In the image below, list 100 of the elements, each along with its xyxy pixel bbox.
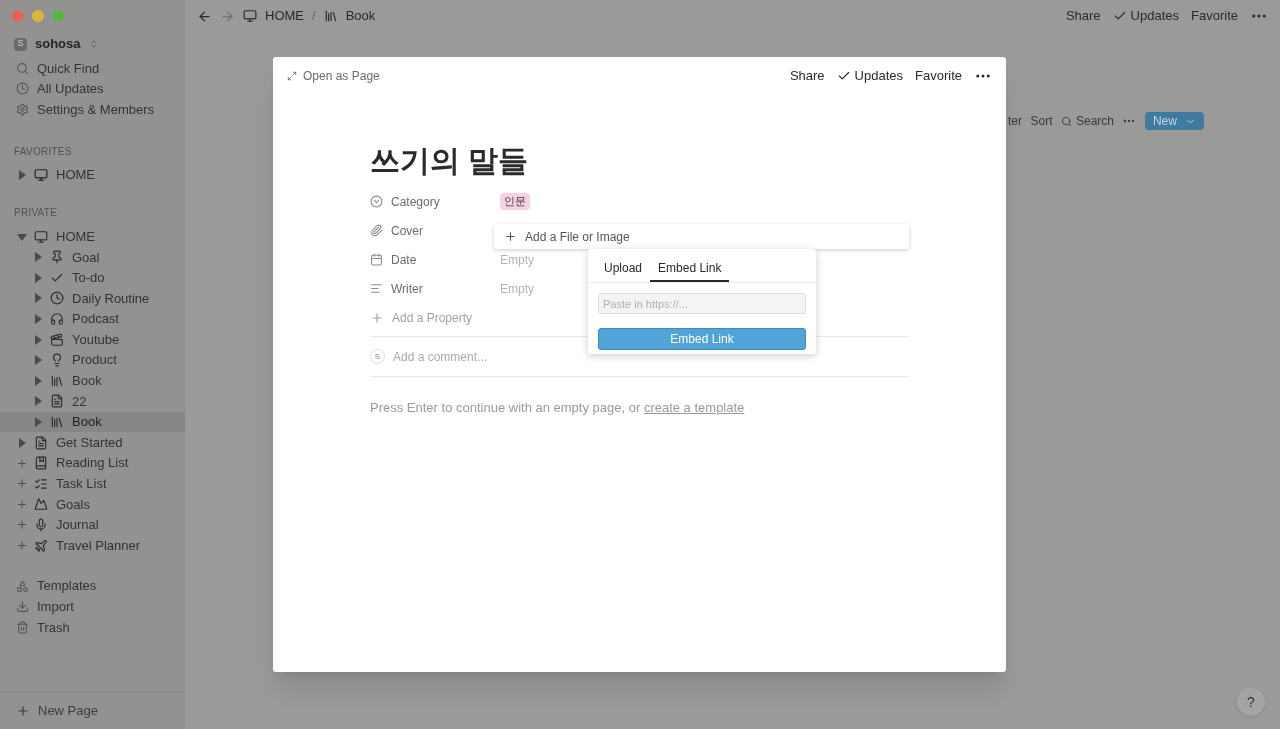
nav-label: Import xyxy=(37,598,74,616)
sidebar-item[interactable]: Get Started xyxy=(0,432,185,453)
back-arrow-icon[interactable] xyxy=(197,8,212,24)
page-label: Task List xyxy=(56,475,107,494)
breadcrumb-separator: / xyxy=(312,7,316,26)
switch-icon[interactable] xyxy=(88,39,99,49)
download-icon xyxy=(16,600,29,614)
sidebar-item[interactable]: 22 xyxy=(0,391,185,412)
sidebar-item[interactable]: Goals xyxy=(0,494,185,515)
document-icon xyxy=(34,435,48,450)
dropdown-icon xyxy=(370,195,383,208)
page-title[interactable]: 쓰기의 말들 xyxy=(370,138,909,180)
section-heading: FAVORITES xyxy=(13,144,73,159)
nav-label: Trash xyxy=(37,618,70,637)
books-icon xyxy=(323,9,338,23)
sidebar-nav-item[interactable]: Settings & Members xyxy=(0,99,185,120)
caret-right-icon[interactable] xyxy=(17,170,27,181)
headphones-icon xyxy=(50,312,64,327)
header-action[interactable]: Updates xyxy=(836,66,904,86)
header-action[interactable]: Updates xyxy=(1112,6,1180,26)
plus-icon xyxy=(16,704,30,718)
embed-link-button[interactable]: Embed Link xyxy=(598,328,806,350)
forward-arrow-icon[interactable] xyxy=(220,8,235,24)
caret-right-icon[interactable] xyxy=(33,375,43,386)
sidebar-nav-item[interactable]: All Updates xyxy=(0,78,185,100)
header-action[interactable]: Favorite xyxy=(915,66,962,86)
nav-label: Templates xyxy=(37,577,97,596)
nav-label: Settings & Members xyxy=(37,100,155,119)
sidebar-item[interactable]: HOME xyxy=(0,164,185,186)
category-tag[interactable]: 인문 xyxy=(500,193,530,210)
books-icon xyxy=(50,373,64,388)
book-icon xyxy=(34,456,48,471)
pin-icon xyxy=(50,250,64,265)
caret-right-icon[interactable] xyxy=(33,314,43,325)
caret-right-icon[interactable] xyxy=(17,437,27,448)
toolbar-item[interactable]: Sort xyxy=(1030,112,1053,130)
comment-field[interactable]: Add a comment... xyxy=(393,347,909,366)
property-name[interactable]: Cover xyxy=(391,221,423,240)
mountain-icon xyxy=(34,497,48,512)
property-name[interactable]: Category xyxy=(391,192,440,211)
caret-right-icon[interactable] xyxy=(33,334,43,345)
nav-label: All Updates xyxy=(37,80,104,99)
sidebar-item[interactable]: Task List xyxy=(0,473,185,495)
toolbar-item[interactable]: Search xyxy=(1060,112,1114,130)
monitor-icon xyxy=(34,168,48,183)
tab[interactable]: Embed Link xyxy=(650,249,730,282)
sidebar-nav-item[interactable]: Import xyxy=(0,596,185,618)
new-button[interactable]: New xyxy=(1144,112,1204,130)
property-value[interactable]: Empty xyxy=(500,279,534,298)
breadcrumb[interactable]: HOME xyxy=(265,6,304,26)
plus-icon xyxy=(370,310,384,325)
create-template-link[interactable]: create a template xyxy=(643,400,745,415)
search-icon xyxy=(1060,115,1072,127)
breadcrumb[interactable]: Book xyxy=(345,6,376,26)
sidebar-item[interactable]: Goal xyxy=(0,246,185,268)
toolbar-item[interactable]: ter xyxy=(1008,112,1022,130)
header-action[interactable]: Favorite xyxy=(1191,6,1238,26)
sidebar-item[interactable]: Podcast xyxy=(0,308,185,330)
caret-right-icon[interactable] xyxy=(33,396,43,407)
settings-icon xyxy=(16,103,29,116)
workspace-avatar: S xyxy=(14,37,27,51)
books-icon xyxy=(50,415,64,429)
page-label: Book xyxy=(72,372,102,391)
page-label: To-do xyxy=(72,269,105,288)
sidebar-item[interactable]: Reading List xyxy=(0,452,185,474)
caret-right-icon[interactable] xyxy=(33,355,43,366)
sidebar-nav-item[interactable]: Trash xyxy=(0,617,185,638)
header-action[interactable]: Share xyxy=(1065,6,1101,26)
caret-right-icon[interactable] xyxy=(33,272,43,283)
property-value[interactable]: Empty xyxy=(500,250,534,269)
property-name[interactable]: Date xyxy=(391,250,417,269)
url-field[interactable]: Paste in https://... xyxy=(598,293,806,314)
property-name[interactable]: Writer xyxy=(391,279,423,298)
sidebar-item[interactable]: To-do xyxy=(0,267,185,289)
sidebar-item[interactable]: Book xyxy=(0,411,185,433)
open-as-page-button[interactable]: Open as Page xyxy=(287,67,380,85)
workspace-name[interactable]: sohosa xyxy=(35,34,81,54)
caret-right-icon[interactable] xyxy=(33,293,43,304)
sidebar-item[interactable]: Youtube xyxy=(0,329,185,350)
help-button[interactable]: ? xyxy=(1237,688,1265,716)
tab[interactable]: Upload xyxy=(596,249,651,282)
caret-right-icon[interactable] xyxy=(33,417,43,427)
new-page-button[interactable]: New Page xyxy=(0,692,185,729)
sidebar-item[interactable]: Daily Routine xyxy=(0,288,185,309)
sidebar-item[interactable]: Book xyxy=(0,370,185,392)
page-label: Book xyxy=(72,413,102,432)
add-file-button[interactable]: Add a File or Image xyxy=(494,224,909,249)
sidebar-nav-item[interactable]: Templates xyxy=(0,575,185,597)
text-lines-icon xyxy=(370,282,383,295)
caret-down-icon[interactable] xyxy=(17,231,27,242)
sidebar-nav-item[interactable]: Quick Find xyxy=(0,58,185,79)
caret-right-icon[interactable] xyxy=(33,252,43,263)
page-label: Reading List xyxy=(56,454,129,473)
add-property-link[interactable]: Add a Property xyxy=(392,308,473,327)
header-action[interactable]: Share xyxy=(789,66,825,86)
sidebar-item[interactable]: Journal xyxy=(0,514,185,536)
sidebar-item[interactable]: HOME xyxy=(0,226,185,247)
sidebar-item[interactable]: Product xyxy=(0,349,185,371)
check-icon xyxy=(1112,9,1127,23)
sidebar-item[interactable]: Travel Planner xyxy=(0,535,185,556)
